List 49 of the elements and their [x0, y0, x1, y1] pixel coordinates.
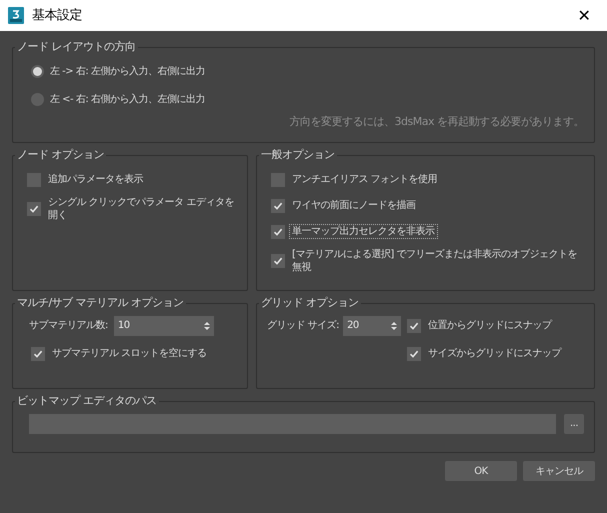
check-icon [273, 200, 283, 210]
check-icon [273, 226, 283, 236]
restart-note: 方向を変更するには、3dsMax を再起動する必要があります。 [290, 114, 584, 130]
radio-button[interactable] [31, 93, 44, 106]
checkbox-label: 位置からグリッドにスナップ [427, 319, 554, 332]
checkbox-label: サイズからグリッドにスナップ [427, 347, 563, 360]
radio-button[interactable] [31, 65, 44, 78]
dialog-button[interactable]: キャンセル [523, 461, 595, 481]
radio-label: 左 <- 右: 右側から入力、左側に出力 [50, 92, 205, 107]
group-title: 一般オプション [260, 147, 336, 163]
dialog-button[interactable]: OK [445, 461, 517, 481]
field-label: グリッド サイズ: [267, 318, 340, 332]
checkbox-label: アンチエイリアス フォントを使用 [291, 173, 438, 186]
app-logo-icon [8, 7, 24, 24]
group-title: グリッド オプション [260, 295, 360, 311]
checkbox[interactable] [407, 318, 422, 332]
number-spinner[interactable]: 20 [343, 316, 402, 336]
check-icon [409, 348, 420, 358]
check-icon [29, 204, 39, 214]
checkbox-label: [マテリアルによる選択] でフリーズまたは非表示のオブジェクトを無視 [291, 248, 578, 274]
group-title: マルチ/サブ マテリアル オプション [16, 295, 185, 311]
checkbox[interactable] [31, 346, 45, 360]
checkbox[interactable] [407, 346, 422, 360]
checkbox-label: 単一マップ出力セレクタを非表示 [290, 225, 436, 238]
check-icon [33, 348, 43, 358]
checkbox-label: 追加パラメータを表示 [47, 173, 144, 186]
group-title: ビットマップ エディタのパス [16, 393, 158, 409]
check-icon [273, 256, 283, 266]
field-label: サブマテリアル数: [29, 318, 108, 333]
checkbox[interactable] [27, 172, 41, 186]
checkbox[interactable] [271, 224, 285, 238]
group-title: ノード レイアウトの方向 [16, 39, 136, 55]
check-icon [409, 320, 420, 330]
group-title: ノード オプション [16, 147, 105, 163]
checkbox-label: ワイヤの前面にノードを描画 [291, 199, 417, 212]
path-field[interactable] [29, 414, 556, 434]
checkbox[interactable] [271, 254, 285, 268]
checkbox[interactable] [271, 172, 285, 186]
browse-button[interactable]: ... [564, 414, 584, 434]
window-title: 基本設定 [32, 6, 82, 25]
spinner-arrows-icon [204, 320, 210, 330]
close-button[interactable]: ✕ [569, 2, 599, 30]
checkbox[interactable] [271, 198, 285, 212]
number-spinner[interactable]: 10 [114, 316, 214, 336]
checkbox-label: サブマテリアル スロットを空にする [51, 347, 208, 360]
radio-label: 左 -> 右: 左側から入力、右側に出力 [50, 64, 205, 79]
checkbox[interactable] [27, 202, 41, 216]
checkbox-label: シングル クリックでパラメータ エディタを開く [47, 196, 235, 222]
spinner-arrows-icon [391, 320, 398, 330]
